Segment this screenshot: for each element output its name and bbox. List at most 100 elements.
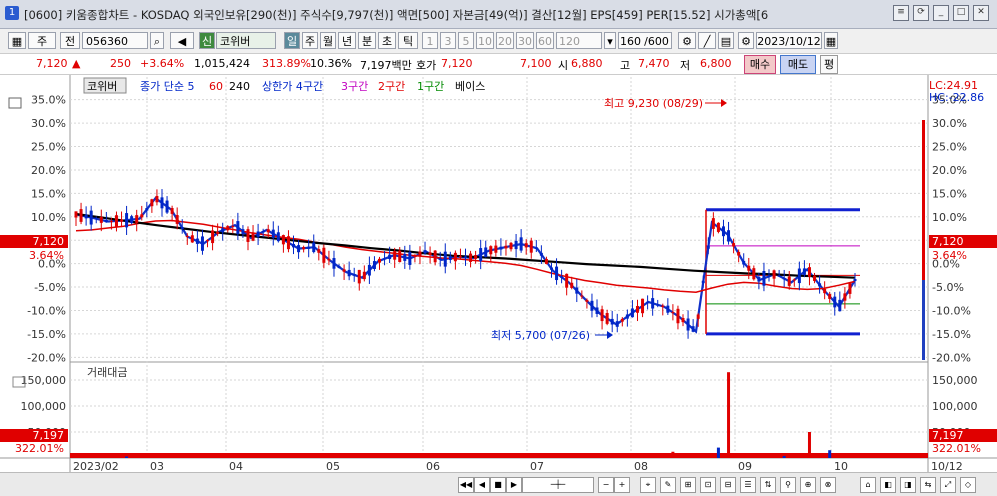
tab-week[interactable]: 주 xyxy=(302,32,318,49)
candle-body xyxy=(145,208,149,211)
tab-min-60[interactable]: 60 xyxy=(536,32,554,49)
zoom-out-icon[interactable]: − xyxy=(598,477,614,493)
tool-12-icon[interactable]: ◧ xyxy=(880,477,896,493)
candle-body xyxy=(383,258,387,260)
stock-name[interactable]: 코위버 xyxy=(216,32,276,49)
zoom-in-icon[interactable]: + xyxy=(614,477,630,493)
tool-1-icon[interactable]: ⌖ xyxy=(640,477,656,493)
refresh-icon[interactable]: ⟳ xyxy=(913,5,929,21)
evaluate-button[interactable]: 평 xyxy=(820,55,838,74)
candle-body xyxy=(104,219,108,223)
stock-code-input[interactable]: 056360 xyxy=(82,32,148,49)
tab-year[interactable]: 년 xyxy=(338,32,356,49)
minimize-icon[interactable]: _ xyxy=(933,5,949,21)
legend-zone2[interactable]: 2구간 xyxy=(378,80,405,93)
candle-body xyxy=(772,270,776,279)
candle-body xyxy=(716,222,720,232)
display-count-input[interactable]: 160 xyxy=(618,32,642,49)
maximize-icon[interactable]: □ xyxy=(953,5,969,21)
candle-body xyxy=(271,229,275,238)
candle-body xyxy=(398,250,402,263)
legend-zone1[interactable]: 1구간 xyxy=(417,80,444,93)
tool-5-icon[interactable]: ⊟ xyxy=(720,477,736,493)
legend-ma60[interactable]: 60 xyxy=(209,80,223,93)
y-tick-label: 35.0% xyxy=(31,94,66,107)
tool-9-icon[interactable]: ⊕ xyxy=(800,477,816,493)
stop-icon[interactable]: ■ xyxy=(490,477,506,493)
search-icon[interactable]: ⌕ xyxy=(150,32,164,49)
y-tick-label-right: -20.0% xyxy=(932,351,971,364)
scroll-slider[interactable]: ─┼─ xyxy=(522,477,594,493)
tab-day[interactable]: 일 xyxy=(284,32,300,49)
open-label: 시 xyxy=(558,59,569,72)
tab-min-20[interactable]: 20 xyxy=(496,32,514,49)
tool-15-icon[interactable]: ⤢ xyxy=(940,477,956,493)
tool-3-icon[interactable]: ⊞ xyxy=(680,477,696,493)
tab-second[interactable]: 초 xyxy=(378,32,396,49)
legend-ma5[interactable]: 종가 단순 5 xyxy=(140,80,194,93)
hc-value: HC:-22.86 xyxy=(929,91,984,104)
list-icon[interactable]: ≡ xyxy=(893,5,909,21)
tab-min-3[interactable]: 3 xyxy=(440,32,456,49)
legend-base[interactable]: 베이스 xyxy=(455,80,485,93)
close-icon[interactable]: ✕ xyxy=(973,5,989,21)
tab-minute[interactable]: 분 xyxy=(358,32,376,49)
legend-stock[interactable]: 코위버 xyxy=(87,80,117,93)
tab-min-120[interactable]: 120 xyxy=(556,32,602,49)
candle-body xyxy=(261,231,265,233)
candle-body xyxy=(575,287,579,294)
sell-button[interactable]: 매도 xyxy=(780,55,816,74)
settings-icon[interactable]: ⚙ xyxy=(678,32,696,49)
tab-min-10[interactable]: 10 xyxy=(476,32,494,49)
draw-icon[interactable]: ╱ xyxy=(698,32,716,49)
prev-icon[interactable]: ◀ xyxy=(474,477,490,493)
mode-select[interactable]: 전 xyxy=(60,32,80,49)
candle-body xyxy=(590,300,594,311)
candle-body xyxy=(438,258,442,260)
candle-body xyxy=(393,251,397,260)
speaker-icon[interactable]: ◀ xyxy=(170,32,194,49)
legend-zone3[interactable]: 3구간 xyxy=(341,80,368,93)
layout-icon[interactable]: ▦ xyxy=(8,32,26,49)
candle-body xyxy=(418,251,422,257)
legend-upper[interactable]: 상한가 4구간 xyxy=(262,80,323,93)
tab-month[interactable]: 월 xyxy=(320,32,336,49)
tab-min-1[interactable]: 1 xyxy=(422,32,438,49)
calendar-icon[interactable]: ▦ xyxy=(824,32,838,49)
tool-4-icon[interactable]: ⊡ xyxy=(700,477,716,493)
next-icon[interactable]: ▶ xyxy=(506,477,522,493)
tool-6-icon[interactable]: ☰ xyxy=(740,477,756,493)
candle-body xyxy=(737,251,741,256)
y-tick-label-right: -5.0% xyxy=(932,281,964,294)
volume-baseline-band xyxy=(70,453,928,458)
dropdown-icon[interactable]: ▾ xyxy=(604,32,616,49)
gear-icon[interactable]: ⚙ xyxy=(738,32,754,49)
candle-body xyxy=(160,197,164,209)
period-select[interactable]: 주 xyxy=(28,32,56,49)
first-icon[interactable]: ◀◀ xyxy=(458,477,474,493)
tool-10-icon[interactable]: ⊗ xyxy=(820,477,836,493)
tool-11-icon[interactable]: ⌂ xyxy=(860,477,876,493)
buy-button[interactable]: 매수 xyxy=(744,55,776,74)
tool-2-icon[interactable]: ✎ xyxy=(660,477,676,493)
tool-13-icon[interactable]: ◨ xyxy=(900,477,916,493)
tool-7-icon[interactable]: ⇅ xyxy=(760,477,776,493)
candle-body xyxy=(130,216,134,224)
tab-tick[interactable]: 틱 xyxy=(398,32,418,49)
tool-14-icon[interactable]: ⇆ xyxy=(920,477,936,493)
tab-min-30[interactable]: 30 xyxy=(516,32,534,49)
date-input[interactable]: 2023/10/12 xyxy=(756,32,822,49)
candle-body xyxy=(342,269,346,272)
last-price: 7,120 xyxy=(36,57,68,70)
candle-body xyxy=(797,268,801,284)
candle-body xyxy=(818,283,822,287)
legend-ma240[interactable]: 240 xyxy=(229,80,250,93)
candle-body xyxy=(610,318,614,325)
stock-chart[interactable]: 35.0% 35.0%30.0% 30.0%25.0% 25.0%20.0% 20.0%… xyxy=(0,75,997,473)
tool-16-icon[interactable]: ◇ xyxy=(960,477,976,493)
grid-icon[interactable]: ▤ xyxy=(718,32,734,49)
candle-body xyxy=(499,246,503,250)
window-number: 1 xyxy=(5,6,19,20)
tool-8-icon[interactable]: ⚲ xyxy=(780,477,796,493)
tab-min-5[interactable]: 5 xyxy=(458,32,474,49)
